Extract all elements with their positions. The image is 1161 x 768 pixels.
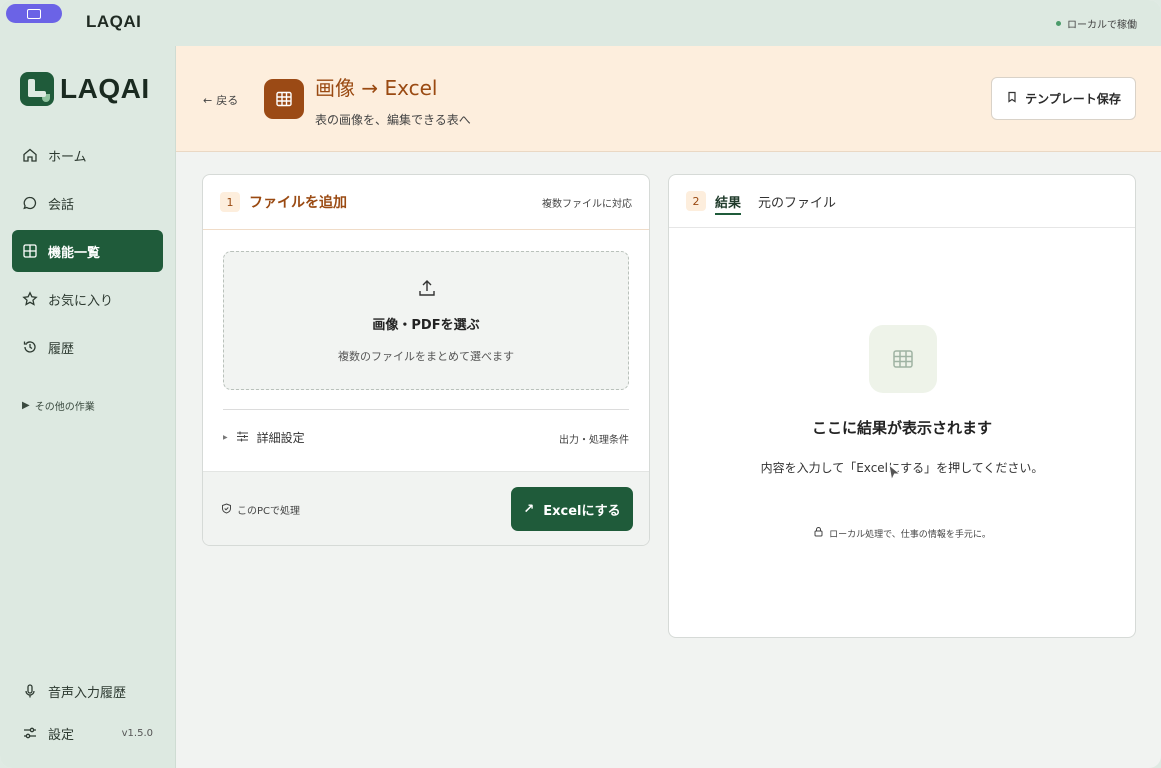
sidebar-nav: ホーム 会話 機能一覧 お気に入り 履歴 bbox=[12, 134, 163, 374]
sidebar: LAQAI ホーム 会話 機能一覧 お気に入り 履歴 ▶ その他の作業 音声入力… bbox=[0, 46, 176, 768]
mic-icon bbox=[22, 683, 38, 699]
sidebar-item-features[interactable]: 機能一覧 bbox=[12, 230, 163, 272]
sidebar-item-chat[interactable]: 会話 bbox=[12, 182, 163, 224]
table-placeholder-icon bbox=[869, 325, 937, 393]
logo-text: LAQAI bbox=[60, 73, 150, 104]
sidebar-item-label: お気に入り bbox=[48, 293, 114, 309]
page-header: ← 戻る 画像 → Excel 表の画像を、編集できる表へ テンプレート保存 bbox=[176, 46, 1161, 152]
empty-result-title: ここに結果が表示されます bbox=[811, 419, 992, 437]
shield-check-icon bbox=[221, 502, 232, 517]
table-icon bbox=[264, 79, 304, 119]
title-bar: LAQAI ローカルで稼働 bbox=[0, 0, 1161, 46]
page-subtitle: 表の画像を、編集できる表へ bbox=[315, 113, 471, 127]
triangle-right-icon: ▶ bbox=[22, 400, 30, 411]
star-icon bbox=[22, 291, 38, 307]
grid-icon bbox=[22, 243, 38, 259]
result-panel: 2 結果 元のファイル ここに結果が表示されます 内容を入力して「Excelにす… bbox=[668, 174, 1136, 638]
settings-icon bbox=[22, 725, 38, 741]
local-processing-label: このPCで処理 bbox=[237, 506, 301, 517]
mouse-cursor-icon bbox=[888, 463, 902, 486]
sidebar-item-label: 履歴 bbox=[48, 341, 75, 357]
convert-button-label: Excelにする bbox=[543, 503, 621, 519]
lock-icon bbox=[813, 526, 824, 540]
upload-panel-footer: このPCで処理 ↗ Excelにする bbox=[203, 471, 649, 545]
screen-icon bbox=[27, 8, 41, 19]
upload-panel-header: 1 ファイルを追加 複数ファイルに対応 bbox=[203, 175, 649, 230]
file-drop-zone[interactable]: 画像・PDFを選ぶ 複数のファイルをまとめて選べます bbox=[223, 251, 629, 390]
sidebar-item-label: 会話 bbox=[48, 197, 75, 213]
chat-icon bbox=[22, 195, 38, 211]
app-window: LAQAI ローカルで稼働 LAQAI ホーム 会話 機能一覧 お気に入り 履歴… bbox=[0, 0, 1161, 768]
bookmark-icon bbox=[1006, 91, 1018, 106]
save-template-label: テンプレート保存 bbox=[1025, 92, 1121, 106]
result-panel-header: 2 結果 元のファイル bbox=[669, 175, 1135, 228]
sidebar-item-voice-history[interactable]: 音声入力履歴 bbox=[12, 672, 163, 710]
step-badge: 2 bbox=[686, 191, 706, 211]
status-dot-icon bbox=[1056, 21, 1061, 26]
step-badge: 1 bbox=[220, 192, 240, 212]
status-text: ローカルで稼働 bbox=[1067, 20, 1137, 31]
status-indicator: ローカルで稼働 bbox=[1056, 16, 1137, 31]
sidebar-item-history[interactable]: 履歴 bbox=[12, 326, 163, 368]
upload-panel: 1 ファイルを追加 複数ファイルに対応 画像・PDFを選ぶ 複数のファイルをまと… bbox=[202, 174, 650, 546]
advanced-settings-label: 詳細設定 bbox=[256, 431, 305, 445]
page-title: 画像 → Excel bbox=[315, 76, 438, 100]
sidebar-item-home[interactable]: ホーム bbox=[12, 134, 163, 176]
app-title: LAQAI bbox=[86, 12, 142, 31]
screen-share-indicator[interactable] bbox=[6, 4, 62, 23]
back-button[interactable]: ← 戻る bbox=[203, 92, 238, 108]
more-tasks-label: その他の作業 bbox=[34, 402, 95, 413]
version-label: v1.5.0 bbox=[121, 727, 153, 739]
logo-icon bbox=[20, 72, 54, 106]
save-template-button[interactable]: テンプレート保存 bbox=[991, 77, 1136, 120]
privacy-note: ローカル処理で、仕事の情報を手元に。 bbox=[669, 526, 1135, 540]
more-tasks-toggle[interactable]: ▶ その他の作業 bbox=[22, 398, 95, 413]
sidebar-item-label: 機能一覧 bbox=[48, 245, 101, 261]
drop-title: 画像・PDFを選ぶ bbox=[372, 318, 480, 333]
history-icon bbox=[22, 339, 38, 355]
arrow-up-right-icon: ↗ bbox=[523, 501, 535, 517]
back-label: 戻る bbox=[216, 94, 239, 107]
triangle-right-icon: ▶ bbox=[223, 434, 228, 441]
sliders-icon bbox=[236, 430, 249, 446]
drop-subtitle: 複数のファイルをまとめて選べます bbox=[338, 350, 514, 363]
arrow-left-icon: ← bbox=[203, 93, 213, 107]
tab-original-file[interactable]: 元のファイル bbox=[758, 175, 836, 228]
output-conditions-note: 出力・処理条件 bbox=[559, 435, 629, 446]
divider bbox=[223, 409, 629, 410]
tab-result[interactable]: 結果 bbox=[715, 175, 742, 228]
local-processing-note: このPCで処理 bbox=[221, 502, 300, 517]
empty-result-subtitle: 内容を入力して「Excelにする」を押してください。 bbox=[760, 461, 1044, 475]
sidebar-item-favorites[interactable]: お気に入り bbox=[12, 278, 163, 320]
upload-panel-title: ファイルを追加 bbox=[249, 195, 347, 211]
advanced-settings-toggle[interactable]: ▶ 詳細設定 bbox=[223, 429, 305, 446]
multi-file-note: 複数ファイルに対応 bbox=[542, 198, 632, 210]
upload-icon bbox=[417, 278, 437, 302]
sidebar-bottom: 音声入力履歴 設定 v1.5.0 bbox=[12, 672, 163, 756]
home-icon bbox=[22, 147, 38, 163]
sidebar-item-label: 設定 bbox=[48, 727, 75, 743]
privacy-note-label: ローカル処理で、仕事の情報を手元に。 bbox=[829, 529, 991, 540]
sidebar-item-label: ホーム bbox=[48, 149, 87, 165]
logo: LAQAI bbox=[20, 72, 150, 106]
sidebar-item-settings[interactable]: 設定 v1.5.0 bbox=[12, 714, 163, 752]
sidebar-item-label: 音声入力履歴 bbox=[48, 685, 127, 701]
convert-to-excel-button[interactable]: ↗ Excelにする bbox=[511, 487, 633, 531]
